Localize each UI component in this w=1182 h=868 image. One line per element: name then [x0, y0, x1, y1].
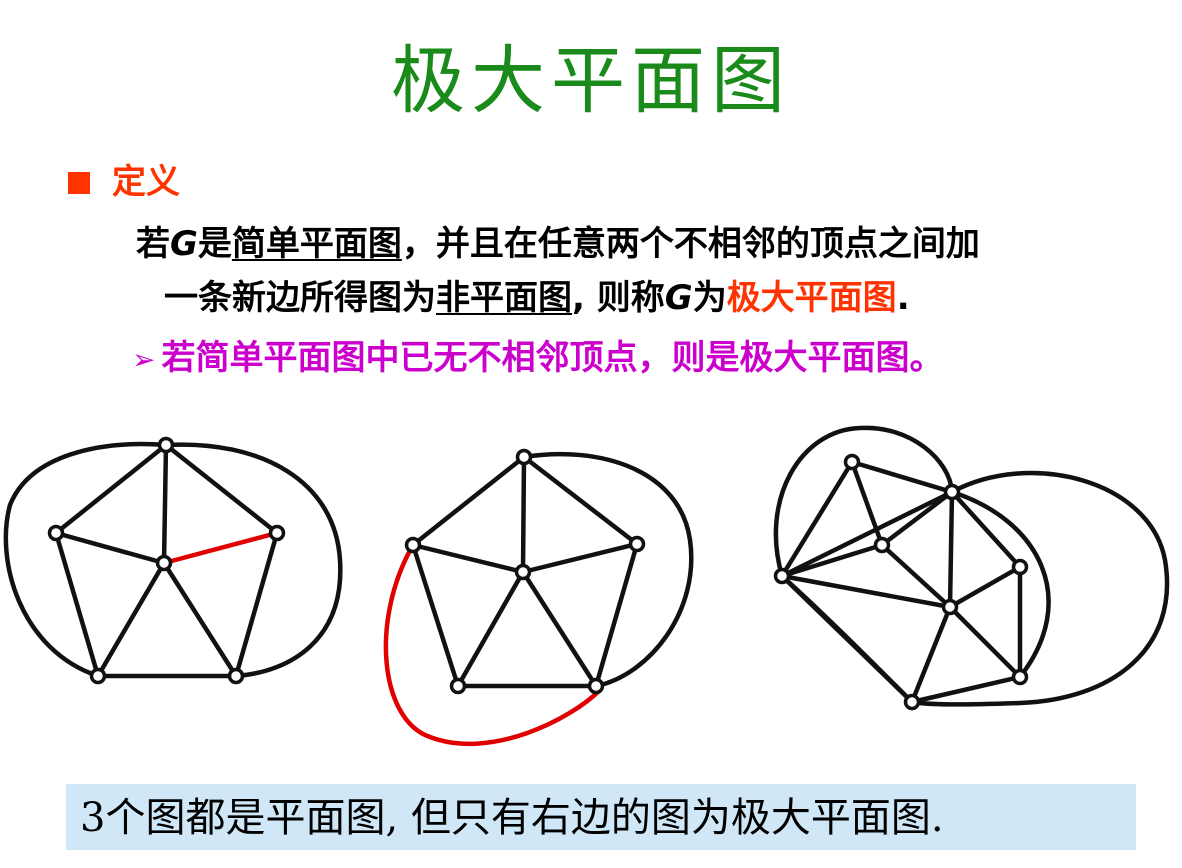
- text-segment: 一条新边所得图为: [164, 278, 436, 318]
- graph-figures: [3, 425, 1170, 747]
- text-segment: ，并且在任意两个不相邻的顶点之间加: [401, 224, 980, 264]
- text-segment: , 则称: [572, 278, 665, 318]
- arrow-bullet-icon: ➢: [132, 343, 156, 376]
- term-nonplanar-graph: 非平面图: [436, 278, 572, 318]
- text-segment: 是: [197, 224, 232, 264]
- caption-text: 3个图都是平面图, 但只有右边的图为极大平面图.: [80, 795, 944, 841]
- term-maximal-planar-graph: 极大平面图: [726, 278, 897, 318]
- text-segment: 为: [692, 278, 727, 318]
- graph-symbol: G: [170, 224, 198, 264]
- graph-symbol: G: [664, 278, 693, 318]
- square-bullet-icon: [68, 172, 90, 194]
- text-segment: 若: [136, 224, 170, 264]
- note-text: 若简单平面图中已无不相邻顶点，则是极大平面图。: [161, 338, 944, 378]
- graph-left: [3, 441, 343, 679]
- outer-edge: [773, 425, 955, 579]
- graph-right: [773, 425, 1170, 707]
- graph-middle: [383, 451, 694, 747]
- new-edge: [161, 530, 280, 566]
- note-line: ➢ 若简单平面图中已无不相邻顶点，则是极大平面图。: [132, 334, 943, 384]
- term-simple-planar-graph: 简单平面图: [231, 224, 402, 264]
- outer-edge: [949, 489, 1051, 680]
- slide-title: 极大平面图: [391, 38, 791, 124]
- definition-line-1: 若G是简单平面图，并且在任意两个不相邻的顶点之间加: [136, 220, 980, 268]
- definition-heading: 定义: [112, 162, 180, 202]
- text-segment: .: [896, 278, 910, 318]
- definition-line-2: 一条新边所得图为非平面图, 则称G为极大平面图.: [164, 274, 910, 322]
